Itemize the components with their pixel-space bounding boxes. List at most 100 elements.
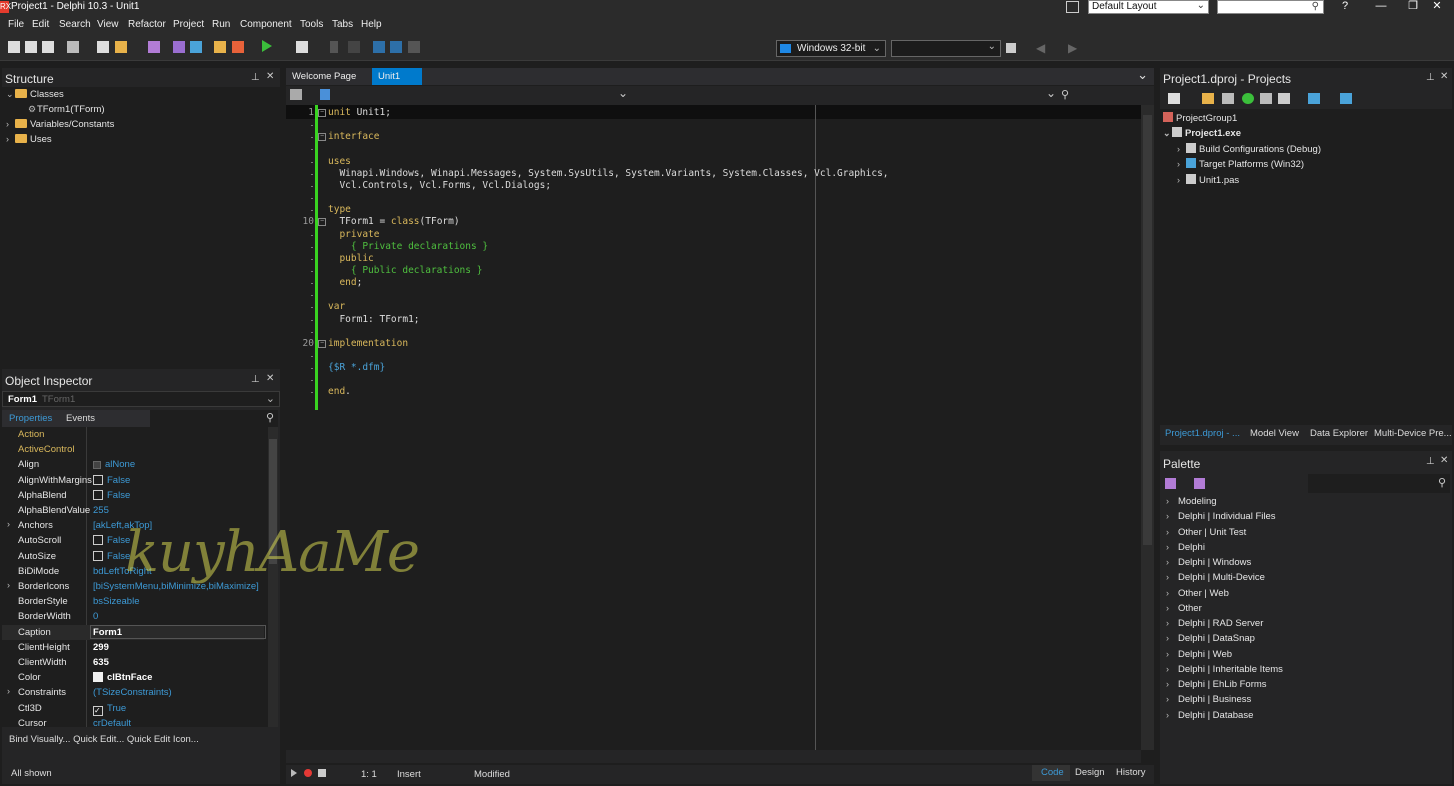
chevron-right-icon[interactable]: ›	[7, 686, 10, 696]
layout-select[interactable]: Default Layout ⌄	[1088, 0, 1209, 14]
property-row[interactable]: ActiveControl	[2, 442, 264, 457]
chevron-right-icon[interactable]: ›	[7, 519, 10, 529]
checkbox-icon[interactable]	[93, 550, 103, 561]
property-value[interactable]: (TSizeConstraints)	[93, 687, 172, 698]
project-tree-item[interactable]: › Unit1.pas	[1177, 173, 1239, 186]
structure-tree-item[interactable]: ⚙TForm1(TForm)	[28, 104, 105, 115]
menu-run[interactable]: Run	[212, 19, 230, 30]
property-value[interactable]: crDefault	[93, 718, 131, 727]
platform-select[interactable]: Windows 32-bit ⌄	[776, 40, 886, 57]
cursor-icon[interactable]	[1194, 478, 1205, 489]
run-icon[interactable]	[262, 40, 272, 52]
open-icon[interactable]	[25, 41, 37, 53]
chevron-down-icon[interactable]: ⌄	[1163, 128, 1172, 139]
code-line[interactable]: end;	[328, 277, 362, 288]
code-line[interactable]: Winapi.Windows, Winapi.Messages, System.…	[328, 168, 888, 179]
class-nav-icon[interactable]	[290, 89, 302, 100]
code-line[interactable]: private	[328, 229, 379, 240]
caption-edit-box[interactable]	[90, 624, 266, 639]
new-icon[interactable]	[8, 41, 20, 53]
fold-toggle-icon[interactable]: −	[318, 109, 326, 117]
structure-tree-item[interactable]: › Uses	[6, 134, 52, 145]
code-line[interactable]: { Private declarations }	[328, 241, 488, 252]
close-icon[interactable]: ✕	[1440, 71, 1448, 82]
palette-category[interactable]: › Delphi | EhLib Forms	[1166, 679, 1267, 690]
chevron-right-icon[interactable]: ›	[6, 119, 15, 129]
component-selector[interactable]: Form1 TForm1 ⌄	[2, 391, 280, 407]
checked-checkbox-icon[interactable]: ✓	[93, 705, 103, 716]
project-tree-item[interactable]: › Target Platforms (Win32)	[1177, 158, 1304, 170]
code-line[interactable]: Vcl.Controls, Vcl.Forms, Vcl.Dialogs;	[328, 180, 551, 191]
palette-category[interactable]: › Other | Web	[1166, 588, 1229, 599]
trace-into-icon[interactable]	[390, 41, 402, 53]
property-row[interactable]: Ctl3D ✓ True	[2, 701, 264, 716]
code-line[interactable]: type	[328, 204, 351, 215]
palette-category[interactable]: › Delphi | Database	[1166, 710, 1253, 721]
code-line[interactable]: implementation	[328, 338, 408, 349]
run-to-cursor-icon[interactable]	[408, 41, 420, 53]
pin-icon[interactable]: ⊥	[251, 374, 260, 385]
open-folder-icon[interactable]	[115, 41, 127, 53]
sort-icon[interactable]	[1308, 93, 1320, 104]
tab-list-chevron-icon[interactable]: ⌄	[1137, 67, 1148, 83]
property-value[interactable]: ✓ True	[93, 703, 126, 716]
editor-vertical-scrollbar[interactable]	[1141, 105, 1154, 750]
minimize-button[interactable]: —	[1364, 0, 1398, 14]
chevron-right-icon[interactable]: ›	[6, 134, 15, 144]
menu-edit[interactable]: Edit	[32, 19, 49, 30]
menu-view[interactable]: View	[97, 19, 119, 30]
view-icon[interactable]	[1340, 93, 1352, 104]
layout-icon[interactable]	[1066, 1, 1079, 13]
property-value[interactable]: 635	[93, 657, 109, 668]
fold-toggle-icon[interactable]: −	[318, 218, 326, 227]
property-value[interactable]: 255	[93, 505, 109, 516]
save-icon[interactable]	[148, 41, 160, 53]
close-icon[interactable]: ✕	[266, 71, 274, 82]
remove-from-project-icon[interactable]	[232, 41, 244, 53]
method-nav-icon[interactable]	[320, 89, 330, 100]
property-value[interactable]: 299	[93, 642, 109, 653]
property-row[interactable]: Color clBtnFace	[2, 670, 264, 685]
scrollbar-thumb[interactable]	[1143, 115, 1152, 545]
structure-tree-item[interactable]: › Variables/Constants	[6, 119, 114, 130]
menu-file[interactable]: File	[8, 19, 24, 30]
back-arrow-icon[interactable]: ◀	[1036, 41, 1045, 55]
code-line[interactable]: interface	[328, 131, 379, 142]
code-line[interactable]: end.	[328, 386, 351, 397]
chevron-right-icon[interactable]: ›	[1177, 159, 1186, 169]
run-without-debug-icon[interactable]	[296, 41, 308, 53]
close-icon[interactable]: ✕	[266, 373, 274, 384]
property-row[interactable]: AlphaBlend False	[2, 488, 264, 503]
property-value[interactable]: alNone	[93, 459, 135, 470]
tab-projects[interactable]: Project1.dproj - ...	[1165, 428, 1240, 439]
stop-macro-icon[interactable]	[318, 769, 326, 777]
chevron-down-icon[interactable]: ⌄	[1046, 86, 1056, 100]
pause-icon[interactable]	[330, 41, 338, 53]
menu-tabs[interactable]: Tabs	[332, 19, 353, 30]
property-row[interactable]: AlphaBlendValue 255	[2, 503, 264, 518]
chevron-right-icon[interactable]: ›	[1177, 175, 1186, 185]
tab-model-view[interactable]: Model View	[1250, 428, 1299, 439]
remove-file-icon[interactable]	[190, 41, 202, 53]
property-row[interactable]: ClientHeight 299	[2, 640, 264, 655]
pin-icon[interactable]: ⊥	[251, 72, 260, 83]
step-over-icon[interactable]	[373, 41, 385, 53]
palette-category[interactable]: › Delphi | DataSnap	[1166, 633, 1255, 644]
palette-category[interactable]: › Modeling	[1166, 496, 1217, 507]
ide-search-input[interactable]: ⚲	[1217, 0, 1324, 14]
palette-category[interactable]: › Delphi | Windows	[1166, 557, 1251, 568]
view-tab-design[interactable]: Design	[1075, 767, 1105, 778]
palette-category[interactable]: › Delphi | Individual Files	[1166, 511, 1276, 522]
copy-icon[interactable]	[97, 41, 109, 53]
editor-horizontal-scrollbar[interactable]	[286, 750, 1141, 763]
code-line[interactable]: TForm1 = class(TForm)	[328, 216, 459, 227]
menu-search[interactable]: Search	[59, 19, 91, 30]
open-project-icon[interactable]	[67, 41, 79, 53]
build-icon[interactable]	[1278, 93, 1290, 104]
palette-category[interactable]: › Delphi | RAD Server	[1166, 618, 1263, 629]
checkbox-icon[interactable]	[93, 535, 103, 546]
code-line[interactable]: public	[328, 253, 373, 264]
stop-icon[interactable]	[348, 41, 360, 53]
project-tree-item[interactable]: ⌄ Project1.exe	[1163, 127, 1241, 139]
help-button[interactable]: ?	[1328, 0, 1362, 14]
